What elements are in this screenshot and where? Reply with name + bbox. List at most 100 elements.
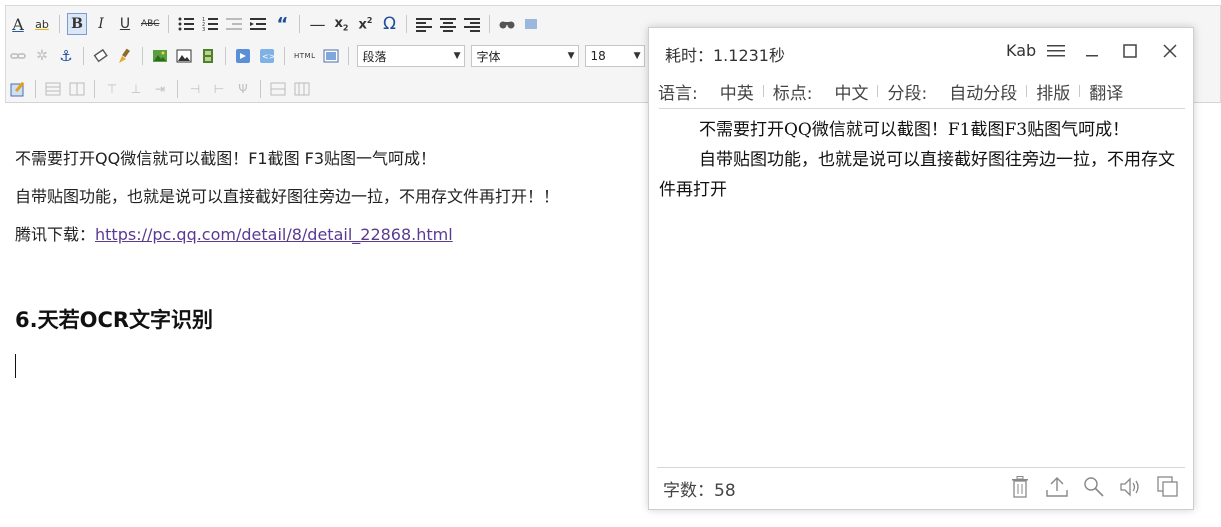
toolbar-separator bbox=[59, 15, 60, 33]
divider bbox=[659, 108, 1185, 109]
chevron-down-icon: ▼ bbox=[453, 51, 461, 61]
align-center-icon[interactable] bbox=[438, 13, 458, 35]
format-brush-icon[interactable] bbox=[115, 45, 135, 67]
editor-line-1: 不需要打开QQ微信就可以截图！F1截图 F3贴图一气呵成！ bbox=[15, 149, 437, 168]
find-replace-icon[interactable] bbox=[497, 13, 517, 35]
outdent-icon[interactable] bbox=[224, 13, 244, 35]
anchor-icon[interactable]: ⚓ bbox=[56, 45, 76, 67]
eraser-icon[interactable] bbox=[91, 45, 111, 67]
size-select[interactable]: 18 ▼ bbox=[585, 45, 646, 67]
image-icon[interactable] bbox=[174, 45, 194, 67]
toolbar-separator bbox=[406, 15, 408, 33]
insert-col-right-icon[interactable]: ⊢ bbox=[209, 78, 229, 100]
toolbar-separator bbox=[225, 47, 226, 65]
delete-col-icon[interactable]: Ψ bbox=[233, 78, 253, 100]
toolbar-row-3: ⊤ ⊥ ⇥ ⊣ ⊢ Ψ bbox=[6, 76, 314, 102]
edit-note-icon[interactable] bbox=[8, 78, 28, 100]
close-icon[interactable] bbox=[1157, 38, 1183, 64]
superscript-icon[interactable]: x2 bbox=[355, 13, 375, 35]
horizontal-rule-icon[interactable]: — bbox=[307, 13, 327, 35]
split-cells-icon[interactable] bbox=[292, 78, 312, 100]
search-icon[interactable] bbox=[1081, 474, 1107, 500]
copy-icon[interactable] bbox=[1155, 474, 1181, 500]
table-delete-icon[interactable] bbox=[67, 78, 87, 100]
upload-icon[interactable] bbox=[1044, 474, 1070, 500]
ocr-brand: Kab bbox=[1006, 41, 1037, 60]
ocr-title-bar[interactable]: 耗时：1.1231秒 Kab bbox=[649, 28, 1193, 76]
italic-icon[interactable]: I bbox=[91, 13, 111, 35]
unlink-icon[interactable]: ✲ bbox=[32, 45, 52, 67]
ocr-result-text[interactable]: 不需要打开QQ微信就可以截图！F1截图F3贴图气呵成！ 自带贴图功能，也就是说可… bbox=[659, 115, 1179, 205]
svg-text:<>: <> bbox=[262, 52, 275, 61]
strikethrough-icon[interactable]: ABC bbox=[139, 13, 161, 35]
attachment-icon[interactable] bbox=[233, 45, 253, 67]
translate-option[interactable]: 翻译 bbox=[1089, 79, 1123, 104]
text-cursor bbox=[15, 354, 16, 378]
toolbar-separator bbox=[260, 80, 261, 98]
menu-separator bbox=[762, 85, 764, 97]
paragraph-select[interactable]: 段落 ▼ bbox=[357, 45, 466, 67]
toolbar-separator bbox=[83, 47, 84, 65]
ocr-paragraph-2: 自带贴图功能，也就是说可以直接截好图往旁边一拉，不用存文件再打开 bbox=[659, 150, 1175, 200]
table-insert-icon[interactable] bbox=[43, 78, 63, 100]
editor-content[interactable]: 不需要打开QQ微信就可以截图！F1截图 F3贴图一气呵成！ 自带贴图功能，也就是… bbox=[15, 140, 635, 254]
numbered-list-icon[interactable]: 123 bbox=[200, 13, 220, 35]
download-label: 腾讯下载： bbox=[15, 225, 96, 244]
underline-icon[interactable]: U bbox=[115, 13, 135, 35]
bold-icon[interactable]: B bbox=[67, 13, 87, 35]
editor-line-2: 自带贴图功能，也就是说可以直接截好图往旁边一拉，不用存文件再打开！！ bbox=[15, 187, 560, 206]
font-select[interactable]: 字体 ▼ bbox=[471, 45, 580, 67]
toolbar-separator bbox=[142, 47, 143, 65]
chevron-down-icon: ▼ bbox=[633, 51, 641, 61]
highlight-color-icon[interactable]: ab bbox=[32, 13, 52, 35]
indent-icon[interactable] bbox=[248, 13, 268, 35]
maximize-icon[interactable] bbox=[1117, 38, 1143, 64]
divider bbox=[657, 467, 1185, 468]
ocr-window: 耗时：1.1231秒 Kab 语言: 中英 标点: 中文 分段: 自动分段 排版… bbox=[648, 27, 1194, 510]
menu-icon[interactable] bbox=[1043, 38, 1069, 64]
toolbar-separator bbox=[348, 47, 350, 65]
punctuation-option[interactable]: 中文 bbox=[834, 79, 868, 104]
toolbar-separator bbox=[168, 15, 170, 33]
font-select-value: 字体 bbox=[476, 49, 501, 64]
insert-row-below-icon[interactable]: ⊥ bbox=[126, 78, 146, 100]
menu-separator bbox=[1079, 85, 1081, 97]
code-icon[interactable]: <> bbox=[257, 45, 277, 67]
align-left-icon[interactable] bbox=[414, 13, 434, 35]
chevron-down-icon: ▼ bbox=[567, 51, 575, 61]
language-label: 语言: bbox=[658, 83, 698, 104]
video-icon[interactable] bbox=[198, 45, 218, 67]
speaker-icon[interactable] bbox=[1118, 474, 1144, 500]
bullet-list-icon[interactable] bbox=[176, 13, 196, 35]
merge-cells-icon[interactable] bbox=[268, 78, 288, 100]
toolbar-overflow-icon[interactable] bbox=[521, 13, 541, 35]
font-color-icon[interactable]: A bbox=[8, 13, 28, 35]
align-right-icon[interactable] bbox=[462, 13, 482, 35]
trash-icon[interactable] bbox=[1007, 474, 1033, 500]
template-icon[interactable] bbox=[321, 45, 341, 67]
insert-row-above-icon[interactable]: ⊤ bbox=[102, 78, 122, 100]
svg-text:3: 3 bbox=[202, 27, 205, 32]
toolbar-row-1: A ab B I U ABC 123 “ — x2 x2 Ω bbox=[6, 11, 543, 37]
minimize-icon[interactable] bbox=[1079, 38, 1105, 64]
delete-row-icon[interactable]: ⇥ bbox=[150, 78, 170, 100]
special-char-icon[interactable]: Ω bbox=[379, 13, 399, 35]
menu-separator bbox=[877, 85, 879, 97]
segment-option[interactable]: 自动分段 bbox=[949, 79, 1017, 104]
word-count: 字数：58 bbox=[663, 481, 736, 501]
ocr-action-bar bbox=[996, 474, 1181, 500]
download-link[interactable]: https://pc.qq.com/detail/8/detail_22868.… bbox=[95, 225, 453, 244]
segment-label: 分段: bbox=[887, 83, 928, 104]
language-option[interactable]: 中英 bbox=[720, 79, 754, 104]
paragraph-select-value: 段落 bbox=[362, 49, 387, 64]
html-source-icon[interactable]: HTML bbox=[292, 45, 317, 67]
layout-option[interactable]: 排版 bbox=[1036, 79, 1070, 104]
link-icon[interactable] bbox=[8, 45, 28, 67]
toolbar-separator bbox=[299, 15, 301, 33]
image-upload-icon[interactable] bbox=[150, 45, 170, 67]
subscript-icon[interactable]: x2 bbox=[331, 13, 351, 35]
quote-icon[interactable]: “ bbox=[272, 13, 292, 35]
toolbar-row-2: ✲ ⚓ <> HTML 段落 ▼ 字体 ▼ 18 ▼ bbox=[6, 43, 648, 69]
insert-col-left-icon[interactable]: ⊣ bbox=[185, 78, 205, 100]
toolbar-separator bbox=[284, 47, 285, 65]
